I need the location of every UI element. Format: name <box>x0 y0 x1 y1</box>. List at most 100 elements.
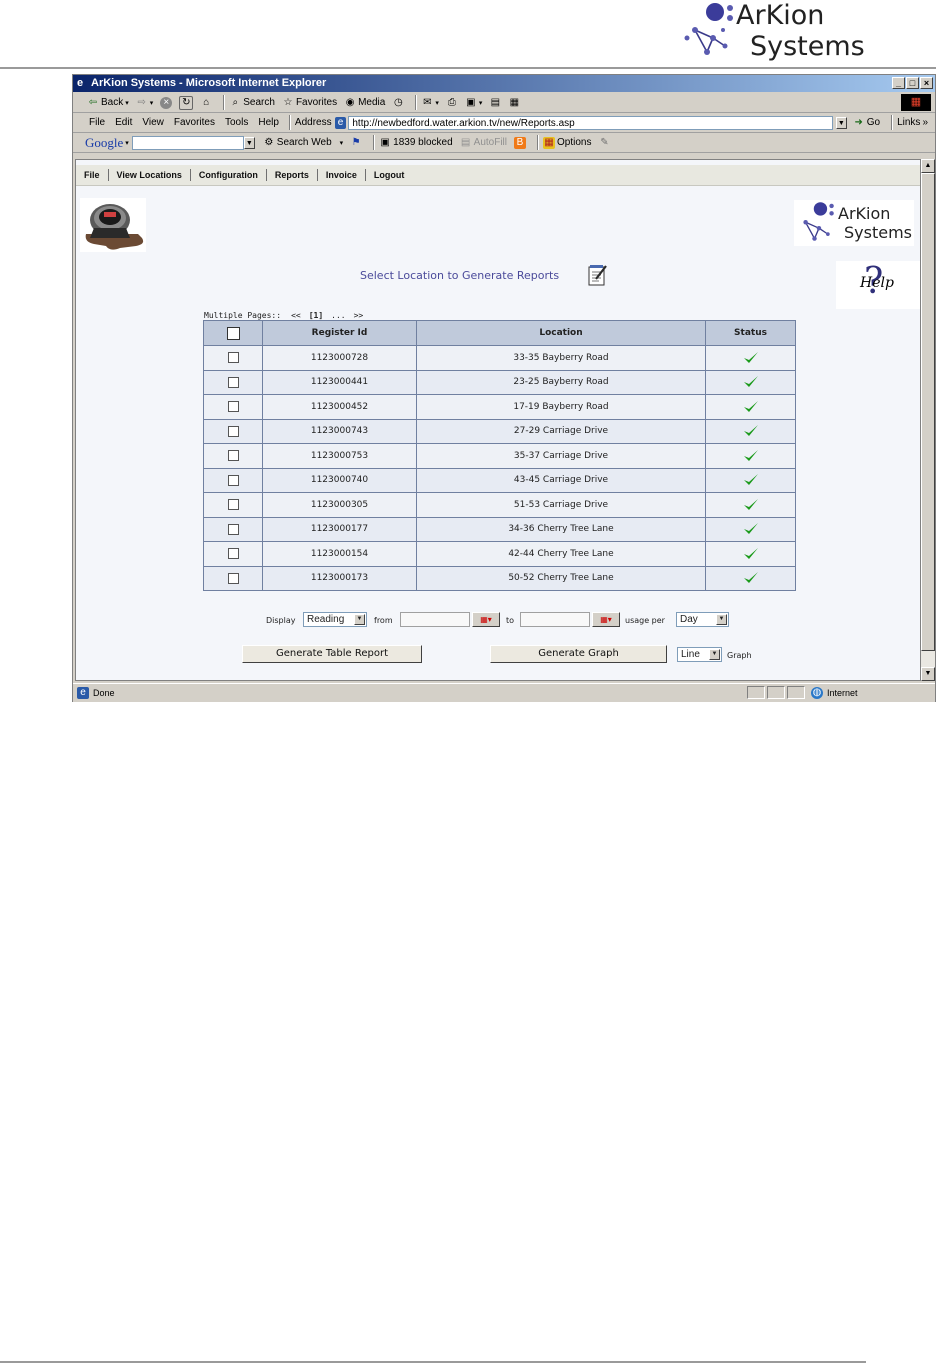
status-cell <box>705 443 796 469</box>
pager-last[interactable]: >> <box>354 311 364 320</box>
menu-edit[interactable]: Edit <box>115 117 132 128</box>
nav-reports[interactable]: Reports <box>267 169 318 181</box>
help-label: Help <box>860 275 894 291</box>
media-label: Media <box>358 97 386 108</box>
row-checkbox[interactable] <box>227 523 239 535</box>
to-date-input[interactable] <box>520 612 590 627</box>
stop-button[interactable]: × <box>160 96 173 109</box>
blogger-button[interactable]: B <box>514 136 527 149</box>
mail-icon: ✉ <box>423 96 432 108</box>
row-checkbox[interactable] <box>227 548 239 560</box>
pagerank-icon: ⚑ <box>351 136 361 148</box>
scroll-thumb[interactable] <box>921 173 935 651</box>
display-value: Reading <box>307 614 345 625</box>
address-input[interactable]: http://newbedford.water.arkion.tv/new/Re… <box>348 115 833 130</box>
scroll-up-button[interactable]: ▲ <box>921 159 935 173</box>
maximize-button[interactable]: □ <box>906 77 919 89</box>
pagerank-button[interactable]: ⚑ <box>350 137 362 149</box>
history-button[interactable]: ◷ <box>392 97 404 109</box>
graph-type-select[interactable]: Line ▼ <box>677 647 722 662</box>
close-button[interactable]: × <box>920 77 933 89</box>
from-date-input[interactable] <box>400 612 470 627</box>
home-button[interactable]: ⌂ <box>200 97 212 109</box>
menu-file[interactable]: File <box>89 117 105 128</box>
status-panel <box>747 686 765 699</box>
discuss-icon: ▤ <box>490 96 501 108</box>
row-checkbox[interactable] <box>227 401 239 413</box>
discuss-button[interactable]: ▤ <box>489 97 501 109</box>
location-cell: 17-19 Bayberry Road <box>416 394 706 420</box>
register-id-cell: 1123000452 <box>262 394 417 420</box>
refresh-icon: ↻ <box>179 95 194 110</box>
media-button[interactable]: ◉ Media <box>344 97 386 109</box>
nav-logout[interactable]: Logout <box>366 169 413 181</box>
scroll-down-button[interactable]: ▼ <box>921 667 935 681</box>
google-logo[interactable]: Google ▾ <box>85 135 129 151</box>
messenger-button[interactable]: ▦ <box>508 97 520 109</box>
from-calendar-button[interactable]: ▦▾ <box>472 612 500 627</box>
pager-first[interactable]: << <box>291 311 301 320</box>
pager-ellipsis[interactable]: ... <box>331 311 345 320</box>
row-checkbox[interactable] <box>227 425 239 437</box>
links-button[interactable]: Links» <box>897 117 928 128</box>
row-checkbox[interactable] <box>227 450 239 462</box>
chevron-down-icon: ▼ <box>716 614 727 625</box>
pencil-button[interactable]: ✎ <box>598 137 610 149</box>
favorites-icon: ☆ <box>283 96 293 108</box>
favorites-button[interactable]: ☆ Favorites <box>282 97 337 109</box>
generate-graph-button[interactable]: Generate Graph <box>490 645 667 663</box>
menu-help[interactable]: Help <box>258 117 279 128</box>
google-search-dropdown[interactable]: ▼ <box>243 136 255 149</box>
display-select[interactable]: Reading ▼ <box>303 612 367 627</box>
print-button[interactable]: ⎙ <box>446 97 458 109</box>
forward-button[interactable]: ⇨ ▾ <box>136 97 154 109</box>
pager-current[interactable]: [1] <box>309 311 323 320</box>
go-button[interactable]: ➜ Go <box>853 117 881 129</box>
help-button[interactable]: ? Help <box>836 261 920 309</box>
location-cell: 43-45 Carriage Drive <box>416 467 706 493</box>
back-arrow-icon: ⇦ <box>88 96 98 108</box>
generate-table-report-button[interactable]: Generate Table Report <box>242 645 422 663</box>
favorites-label: Favorites <box>295 97 338 108</box>
search-web-button[interactable]: ⚙ Search Web ▾ <box>263 137 343 149</box>
mail-button[interactable]: ✉ ▾ <box>421 97 439 109</box>
row-checkbox[interactable] <box>227 499 239 511</box>
nav-configuration[interactable]: Configuration <box>191 169 267 181</box>
autofill-button[interactable]: ▤ AutoFill <box>460 137 507 149</box>
molecule-logo-icon <box>803 202 834 241</box>
refresh-button[interactable]: ↻ <box>179 95 194 110</box>
title-bar[interactable]: e ArKion Systems - Microsoft Internet Ex… <box>73 75 935 92</box>
register-id-cell: 1123000728 <box>262 345 417 371</box>
register-id-cell: 1123000753 <box>262 443 417 469</box>
nav-invoice[interactable]: Invoice <box>318 169 366 181</box>
location-cell: 33-35 Bayberry Road <box>416 345 706 371</box>
menu-view[interactable]: View <box>142 117 164 128</box>
menu-tools[interactable]: Tools <box>225 117 248 128</box>
vertical-scrollbar[interactable]: ▲ ▼ <box>921 159 935 681</box>
row-checkbox[interactable] <box>227 352 239 364</box>
edit-button[interactable]: ▣ ▾ <box>465 97 482 109</box>
status-check-icon <box>743 376 758 388</box>
popup-blocker-button[interactable]: ▣ 1839 blocked <box>379 137 452 149</box>
row-checkbox[interactable] <box>227 474 239 486</box>
options-button[interactable]: ▦ Options <box>543 136 591 149</box>
row-select-cell <box>203 369 263 395</box>
select-all-checkbox[interactable] <box>226 326 240 340</box>
search-button[interactable]: ⌕ Search <box>229 97 275 109</box>
row-checkbox[interactable] <box>227 376 239 388</box>
row-select-cell <box>203 467 263 493</box>
row-checkbox[interactable] <box>227 572 239 584</box>
google-search-input[interactable] <box>131 135 244 150</box>
back-button[interactable]: ⇦ Back ▾ <box>87 97 129 109</box>
page-done-icon: e <box>77 687 89 699</box>
address-dropdown[interactable]: ▼ <box>835 116 847 129</box>
to-calendar-button[interactable]: ▦▾ <box>592 612 620 627</box>
nav-view-locations[interactable]: View Locations <box>109 169 191 181</box>
usage-select[interactable]: Day ▼ <box>676 612 729 627</box>
nav-file[interactable]: File <box>76 169 109 181</box>
report-notepad-icon <box>588 265 607 286</box>
page-content: File View Locations Configuration Report… <box>75 159 921 681</box>
minimize-button[interactable]: _ <box>892 77 905 89</box>
menu-favorites[interactable]: Favorites <box>174 117 215 128</box>
status-cell <box>705 394 796 420</box>
